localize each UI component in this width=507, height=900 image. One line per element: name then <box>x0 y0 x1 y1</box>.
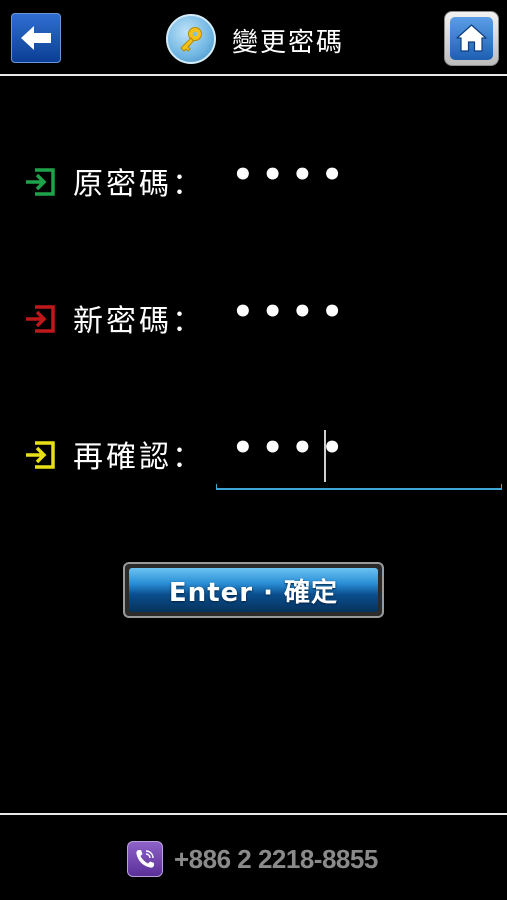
page-title: 變更密碼 <box>232 28 345 58</box>
old-password-label: 原密碼： <box>73 167 205 202</box>
active-field-underline <box>216 484 502 490</box>
viber-phone-icon[interactable] <box>127 841 163 877</box>
key-icon <box>166 14 216 64</box>
enter-arrow-icon <box>26 305 55 333</box>
header-divider <box>0 74 507 76</box>
enter-confirm-button[interactable]: Enter · 確定 <box>123 562 384 618</box>
header-bar: 變更密碼 <box>0 0 507 76</box>
old-password-row: 原密碼： •••• <box>0 153 507 213</box>
home-button[interactable] <box>444 11 499 66</box>
phone-number[interactable]: +886 2 2218-8855 <box>174 844 378 875</box>
new-password-label: 新密碼： <box>73 304 205 339</box>
home-button-face <box>450 17 493 60</box>
enter-arrow-icon <box>26 441 55 469</box>
old-password-field[interactable]: •••• <box>232 155 351 195</box>
new-password-row: 新密碼： •••• <box>0 290 507 350</box>
new-password-field[interactable]: •••• <box>232 292 351 332</box>
enter-button-face: Enter · 確定 <box>129 568 378 612</box>
enter-arrow-icon <box>26 168 55 196</box>
confirm-password-label: 再確認： <box>73 440 205 475</box>
arrow-left-icon <box>21 26 51 50</box>
confirm-password-field[interactable]: •••• <box>232 428 351 468</box>
text-caret <box>324 430 326 482</box>
back-button[interactable] <box>11 13 61 63</box>
confirm-password-row: 再確認： •••• <box>0 426 507 486</box>
enter-button-label: Enter · 確定 <box>168 577 339 608</box>
home-icon <box>456 24 487 52</box>
